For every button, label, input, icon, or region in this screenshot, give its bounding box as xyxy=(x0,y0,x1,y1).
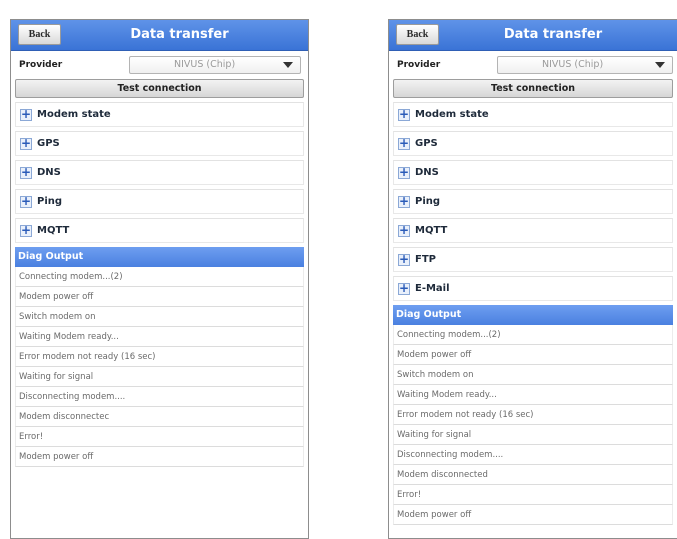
list-item: Error modem not ready (16 sec) xyxy=(15,347,304,367)
left-screen: Back Data transfer Provider NIVUS (Chip)… xyxy=(10,19,309,539)
list-item: Modem power off xyxy=(15,447,304,467)
provider-dropdown[interactable]: NIVUS (Chip) xyxy=(129,56,301,74)
section-email[interactable]: + E-Mail xyxy=(393,276,673,301)
section-label: GPS xyxy=(37,138,60,149)
list-item: Switch modem on xyxy=(393,365,673,385)
plus-icon[interactable]: + xyxy=(20,108,32,121)
list-item: Modem power off xyxy=(393,505,673,525)
list-item: Waiting Modem ready... xyxy=(393,385,673,405)
list-item: Modem power off xyxy=(393,345,673,365)
section-mqtt[interactable]: + MQTT xyxy=(393,218,673,243)
diag-output-list: Connecting modem...(2) Modem power off S… xyxy=(15,267,304,467)
back-button[interactable]: Back xyxy=(18,24,61,45)
plus-icon[interactable]: + xyxy=(20,137,32,150)
section-ping[interactable]: + Ping xyxy=(15,189,304,214)
section-dns[interactable]: + DNS xyxy=(15,160,304,185)
list-item: Switch modem on xyxy=(15,307,304,327)
provider-row: Provider NIVUS (Chip) xyxy=(389,51,677,77)
list-item: Disconnecting modem.... xyxy=(15,387,304,407)
list-item: Error modem not ready (16 sec) xyxy=(393,405,673,425)
section-label: FTP xyxy=(415,254,436,265)
list-item: Modem power off xyxy=(15,287,304,307)
plus-icon[interactable]: + xyxy=(398,166,410,179)
plus-icon[interactable]: + xyxy=(398,137,410,150)
provider-label: Provider xyxy=(397,60,441,70)
plus-icon[interactable]: + xyxy=(398,108,410,121)
page-title: Data transfer xyxy=(503,27,603,42)
section-list: + Modem state + GPS + DNS + Ping + MQTT xyxy=(11,102,308,243)
list-item: Disconnecting modem.... xyxy=(393,445,673,465)
provider-value: NIVUS (Chip) xyxy=(174,59,236,70)
list-item: Connecting modem...(2) xyxy=(393,325,673,345)
plus-icon[interactable]: + xyxy=(398,253,410,266)
plus-icon[interactable]: + xyxy=(398,282,410,295)
section-label: Ping xyxy=(415,196,441,207)
plus-icon[interactable]: + xyxy=(20,195,32,208)
section-label: DNS xyxy=(37,167,61,178)
page-title: Data transfer xyxy=(130,27,229,42)
diag-output-list: Connecting modem...(2) Modem power off S… xyxy=(393,325,673,525)
header-bar: Back Data transfer xyxy=(389,20,677,51)
section-dns[interactable]: + DNS xyxy=(393,160,673,185)
test-connection-button[interactable]: Test connection xyxy=(15,79,304,98)
right-screen: Back Data transfer Provider NIVUS (Chip)… xyxy=(388,19,677,539)
plus-icon[interactable]: + xyxy=(398,224,410,237)
provider-value: NIVUS (Chip) xyxy=(542,59,604,70)
section-mqtt[interactable]: + MQTT xyxy=(15,218,304,243)
test-connection-button[interactable]: Test connection xyxy=(393,79,673,98)
section-modem-state[interactable]: + Modem state xyxy=(393,102,673,127)
section-ping[interactable]: + Ping xyxy=(393,189,673,214)
section-label: E-Mail xyxy=(415,283,450,294)
section-gps[interactable]: + GPS xyxy=(15,131,304,156)
list-item: Waiting for signal xyxy=(15,367,304,387)
section-label: DNS xyxy=(415,167,439,178)
section-gps[interactable]: + GPS xyxy=(393,131,673,156)
list-item: Connecting modem...(2) xyxy=(15,267,304,287)
diag-output-header: Diag Output xyxy=(393,305,673,325)
provider-row: Provider NIVUS (Chip) xyxy=(11,51,308,77)
list-item: Waiting Modem ready... xyxy=(15,327,304,347)
list-item: Modem disconnectec xyxy=(15,407,304,427)
back-button[interactable]: Back xyxy=(396,24,439,45)
chevron-down-icon xyxy=(655,62,665,68)
plus-icon[interactable]: + xyxy=(398,195,410,208)
list-item: Waiting for signal xyxy=(393,425,673,445)
section-label: Ping xyxy=(37,196,63,207)
provider-dropdown[interactable]: NIVUS (Chip) xyxy=(497,56,673,74)
plus-icon[interactable]: + xyxy=(20,166,32,179)
provider-label: Provider xyxy=(19,60,63,70)
section-label: MQTT xyxy=(37,225,70,236)
chevron-down-icon xyxy=(283,62,293,68)
section-ftp[interactable]: + FTP xyxy=(393,247,673,272)
list-item: Error! xyxy=(393,485,673,505)
section-modem-state[interactable]: + Modem state xyxy=(15,102,304,127)
section-label: Modem state xyxy=(37,109,111,120)
header-bar: Back Data transfer xyxy=(11,20,308,51)
list-item: Modem disconnected xyxy=(393,465,673,485)
section-label: Modem state xyxy=(415,109,489,120)
section-label: GPS xyxy=(415,138,438,149)
section-list: + Modem state + GPS + DNS + Ping + MQTT … xyxy=(389,102,677,301)
plus-icon[interactable]: + xyxy=(20,224,32,237)
list-item: Error! xyxy=(15,427,304,447)
section-label: MQTT xyxy=(415,225,448,236)
diag-output-header: Diag Output xyxy=(15,247,304,267)
